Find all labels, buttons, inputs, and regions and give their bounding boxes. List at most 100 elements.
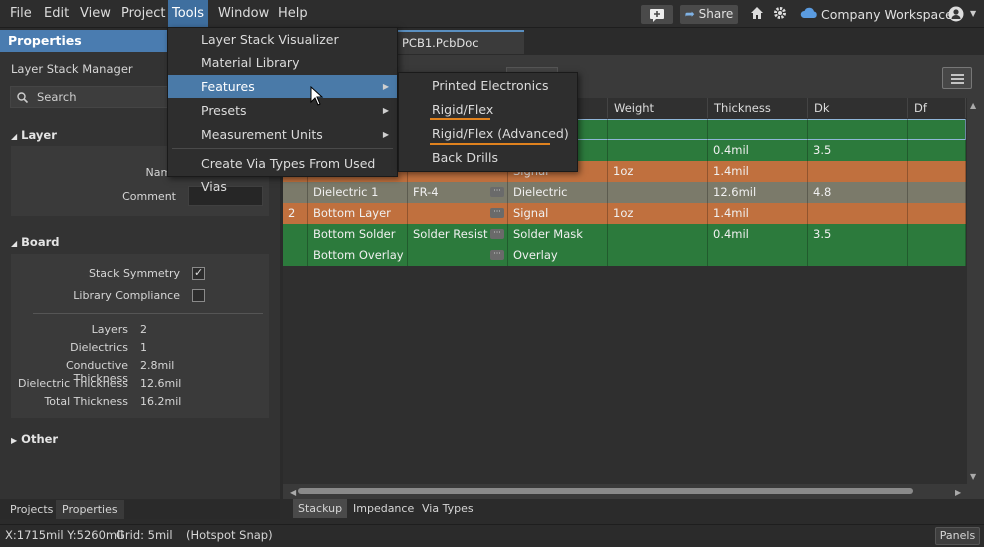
cell-dk[interactable] [808,119,908,140]
cell-type[interactable]: Dielectric [508,182,608,203]
cell-dk[interactable]: 3.5 [808,140,908,161]
cell-df[interactable] [908,224,966,245]
material-picker-icon[interactable]: ··· [490,208,504,218]
cell-num[interactable]: 2 [283,203,308,224]
menu-help[interactable]: Help [274,0,312,28]
board-section-label: Board [21,235,60,249]
user-avatar-icon[interactable] [948,6,964,25]
menu-project[interactable]: Project [117,0,169,28]
material-picker-icon[interactable]: ··· [490,250,504,260]
cell-df[interactable] [908,203,966,224]
search-input[interactable]: Search [10,86,168,108]
cell-thickness[interactable]: 12.6mil [708,182,808,203]
table-row[interactable]: Bottom Overlay Overlay ··· [283,245,966,266]
library-compliance-checkbox[interactable] [192,289,205,302]
scroll-down-icon[interactable]: ▼ [970,472,976,481]
cell-name[interactable]: Bottom Overlay [308,245,408,266]
cell-name[interactable]: Bottom Layer [308,203,408,224]
menu-item-presets[interactable]: Presets ▶ [168,99,397,122]
cell-df[interactable] [908,182,966,203]
menu-item-measurement-units[interactable]: Measurement Units ▶ [168,123,397,146]
scroll-up-icon[interactable]: ▲ [970,101,976,110]
cell-name[interactable]: Dielectric 1 [308,182,408,203]
scroll-right-icon[interactable]: ▶ [955,488,961,497]
cell-num[interactable] [283,224,308,245]
chevron-down-icon[interactable]: ▼ [970,9,976,18]
cell-type[interactable]: Solder Mask [508,224,608,245]
cell-name[interactable]: Bottom Solder [308,224,408,245]
comment-button[interactable] [641,5,673,24]
home-icon[interactable] [750,6,764,23]
cell-df[interactable] [908,161,966,182]
workspace-label[interactable]: Company Workspace [821,7,953,22]
expand-triangle-icon: ▶ [11,436,18,445]
library-compliance-label: Library Compliance [73,289,180,302]
cell-thickness[interactable] [708,119,808,140]
cell-weight[interactable] [608,245,708,266]
cell-df[interactable] [908,245,966,266]
document-tab[interactable]: PCB1.PcbDoc [Stackup] [398,30,524,72]
column-header-dk[interactable]: Dk [808,98,908,118]
menu-item-material-library[interactable]: Material Library [168,51,397,74]
cell-num[interactable] [283,182,308,203]
cell-type[interactable]: Overlay [508,245,608,266]
stat-value: 2.8mil [140,359,175,372]
cell-weight[interactable] [608,224,708,245]
cell-dk[interactable]: 3.5 [808,224,908,245]
menu-item-layer-stack-visualizer[interactable]: Layer Stack Visualizer [168,28,397,51]
cell-weight[interactable]: 1oz [608,203,708,224]
menu-item-label: Material Library [201,55,300,70]
table-row[interactable]: Bottom Solder Solder Resist Solder Mask 0.4… [283,224,966,245]
table-row[interactable]: 2 Bottom Layer Signal 1oz 1.4mil ··· [283,203,966,224]
tab-projects[interactable]: Projects [4,500,59,519]
board-section-header[interactable]: ◢ Board [11,235,60,249]
panels-button[interactable]: Panels [935,527,980,545]
tab-stackup[interactable]: Stackup [293,499,348,518]
share-arrow-icon: ➦ [684,7,695,21]
gear-icon[interactable] [773,6,787,23]
share-button[interactable]: ➦ Share [680,5,738,24]
table-row[interactable]: Dielectric 1 FR-4 Dielectric 12.6mil 4.8 ··· [283,182,966,203]
cell-dk[interactable]: 4.8 [808,182,908,203]
menu-view[interactable]: View [76,0,115,28]
cell-thickness[interactable]: 0.4mil [708,224,808,245]
menu-file[interactable]: File [6,0,36,28]
material-picker-icon[interactable]: ··· [490,187,504,197]
cell-df[interactable] [908,119,966,140]
menu-edit[interactable]: Edit [40,0,73,28]
cell-num[interactable] [283,245,308,266]
menu-window[interactable]: Window [214,0,273,28]
layer-section-header[interactable]: ◢ Layer [11,128,57,142]
cell-dk[interactable] [808,161,908,182]
cell-weight[interactable] [608,140,708,161]
cell-weight[interactable] [608,182,708,203]
submenu-item-printed-electronics[interactable]: Printed Electronics [399,74,577,98]
cell-thickness[interactable] [708,245,808,266]
scroll-left-icon[interactable]: ◀ [290,488,296,497]
cell-thickness[interactable]: 0.4mil [708,140,808,161]
submenu-item-back-drills[interactable]: Back Drills [399,146,577,170]
cell-dk[interactable] [808,245,908,266]
cell-weight[interactable]: 1oz [608,161,708,182]
tab-via-types[interactable]: Via Types [417,499,479,518]
column-header-weight[interactable]: Weight [608,98,708,118]
menu-item-create-via-types[interactable]: Create Via Types From Used Vias [168,152,397,194]
column-header-df[interactable]: Df [908,98,966,118]
hamburger-menu-button[interactable] [942,67,972,89]
tab-properties[interactable]: Properties [56,500,124,519]
menu-item-label: Presets [201,103,247,118]
stack-symmetry-checkbox[interactable]: ✓ [192,266,205,280]
cell-dk[interactable] [808,203,908,224]
menu-item-features[interactable]: Features ▶ [168,75,397,98]
cell-type[interactable]: Signal [508,203,608,224]
cell-thickness[interactable]: 1.4mil [708,203,808,224]
tab-impedance[interactable]: Impedance [348,499,419,518]
menu-tools[interactable]: Tools [168,0,209,28]
cell-df[interactable] [908,140,966,161]
horizontal-scrollbar[interactable] [298,488,913,494]
column-header-thickness[interactable]: Thickness [708,98,808,118]
other-section-header[interactable]: ▶ Other [11,432,58,446]
cell-weight[interactable] [608,119,708,140]
cell-thickness[interactable]: 1.4mil [708,161,808,182]
material-picker-icon[interactable]: ··· [490,229,504,239]
